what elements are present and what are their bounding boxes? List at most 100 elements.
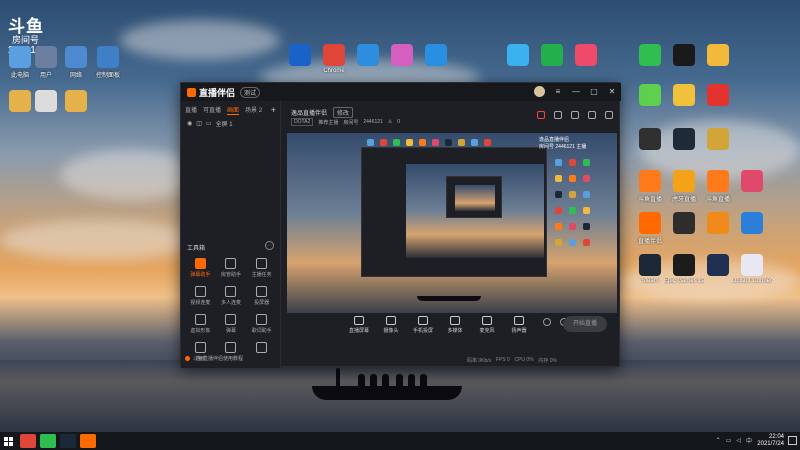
steam-taskbar-icon[interactable] xyxy=(60,434,76,448)
tutorial-hint[interactable]: 斗鱼直播伴侣使用教程 xyxy=(185,355,243,362)
tool-label: 歌词助手 xyxy=(251,328,272,334)
chrome-taskbar-icon[interactable] xyxy=(20,434,36,448)
desktop-shortcut[interactable] xyxy=(416,44,456,66)
barrage-icon xyxy=(194,258,206,269)
maximize-icon[interactable]: ▢ xyxy=(589,87,599,97)
tools-settings-icon[interactable]: … xyxy=(265,241,274,250)
avatar[interactable] xyxy=(534,86,545,97)
clock[interactable]: 22:04 2021/7/24 xyxy=(757,434,784,448)
tool-label: 主播任务 xyxy=(251,272,272,278)
preview-shortcut-icon xyxy=(569,207,576,214)
screenshot-icon[interactable] xyxy=(571,111,579,119)
preview-shortcut-icon xyxy=(583,223,590,230)
desktop-shortcut[interactable]: 控制面板 xyxy=(88,46,128,79)
lock-room-icon[interactable] xyxy=(554,111,562,119)
desktop-shortcut[interactable] xyxy=(698,84,738,106)
source-button[interactable]: 多媒体 xyxy=(441,316,469,334)
memory-status: 内存 0% xyxy=(538,358,557,364)
minimize-icon[interactable]: — xyxy=(571,87,581,97)
stream-companion-taskbar-icon[interactable] xyxy=(80,434,96,448)
notification-icon[interactable] xyxy=(788,436,797,445)
tool-item[interactable]: 歌词助手 xyxy=(246,314,277,334)
close-icon[interactable]: ✕ xyxy=(607,87,617,97)
video-call-icon xyxy=(194,286,206,297)
preview-shortcut-icon xyxy=(555,159,562,166)
rower-silhouette xyxy=(408,374,415,388)
tool-item[interactable]: 弹幕 xyxy=(216,314,247,334)
speaker-icon xyxy=(514,316,524,325)
rower-silhouette xyxy=(336,368,340,388)
tab-scene-2[interactable]: 场景 2 xyxy=(245,105,262,115)
desktop-shortcut[interactable] xyxy=(732,212,772,234)
tool-item[interactable]: 多人连麦 xyxy=(216,286,247,306)
add-scene-icon[interactable]: + xyxy=(271,105,276,115)
tool-item[interactable]: 视频连麦 xyxy=(185,286,216,306)
task-icon xyxy=(256,258,268,269)
green-app-icon xyxy=(639,84,661,106)
document-icon xyxy=(35,90,57,112)
tab-scene[interactable]: 画面 xyxy=(227,105,240,115)
scene-source-item[interactable]: ◉ ◫ ▭ 全屏 1 xyxy=(181,115,280,132)
source-button[interactable]: 扬声器 xyxy=(505,316,533,334)
desktop-shortcut[interactable] xyxy=(698,128,738,150)
menu-icon[interactable]: ≡ xyxy=(553,87,563,97)
preview-shortcut-icon xyxy=(569,159,576,166)
source-button[interactable]: 摄像头 xyxy=(377,316,405,334)
penguin-icon xyxy=(707,44,729,66)
desktop-shortcut[interactable] xyxy=(698,44,738,66)
app-icon xyxy=(707,254,729,276)
preview-shortcut-icon xyxy=(555,239,562,246)
desktop-shortcut[interactable] xyxy=(732,170,772,192)
meta-room-number: 2446121 xyxy=(363,119,383,125)
share-icon[interactable] xyxy=(605,111,613,119)
tool-item[interactable]: 弹幕助手 xyxy=(185,258,216,278)
preview-shortcut-icon xyxy=(583,191,590,198)
tool-item[interactable] xyxy=(246,342,277,362)
media-file-icon xyxy=(450,316,460,325)
tray-chevron-icon[interactable]: ⌃ xyxy=(716,437,721,444)
bell-icon[interactable] xyxy=(588,111,596,119)
version-badge[interactable]: 测试 xyxy=(240,86,261,98)
desktop-shortcut[interactable]: Ubisoft Connect xyxy=(732,254,772,284)
status-bar: 码率 0Kb/s FPS 0 CPU 0% 内存 0% xyxy=(287,357,617,364)
game-icon xyxy=(673,128,695,150)
tray-volume-icon[interactable]: ◁ xyxy=(736,437,741,444)
tab-streamable[interactable]: 可直播 xyxy=(203,105,221,115)
preview-shortcut-icon xyxy=(569,239,576,246)
comment-icon xyxy=(225,314,237,325)
visibility-icon[interactable]: ◉ xyxy=(187,120,192,127)
browser-icon xyxy=(357,44,379,66)
source-button[interactable]: 直播屏幕 xyxy=(345,316,373,334)
tool-item[interactable]: 主播任务 xyxy=(246,258,277,278)
tray-network-icon[interactable]: ▭ xyxy=(726,437,732,444)
desktop-shortcut[interactable] xyxy=(56,90,96,112)
iqiyi-icon xyxy=(541,44,563,66)
record-icon[interactable] xyxy=(537,111,545,119)
cloud xyxy=(60,150,200,200)
douyu-icon xyxy=(639,170,661,192)
viewer-count: 0 xyxy=(397,119,401,125)
preview-nested-window xyxy=(361,147,547,277)
tool-item[interactable]: 虚拟形象 xyxy=(185,314,216,334)
desktop-shortcut[interactable] xyxy=(566,44,606,66)
input-language[interactable]: 中 xyxy=(746,436,752,445)
logo-mark-icon xyxy=(187,87,196,97)
huya-icon xyxy=(673,170,695,192)
source-button-label: 手机投屏 xyxy=(412,328,433,334)
tool-item[interactable]: 投屏器 xyxy=(246,286,277,306)
source-button[interactable]: 麦克风 xyxy=(473,316,501,334)
tool-item[interactable]: 房管助手 xyxy=(216,258,247,278)
tab-live[interactable]: 直播 xyxy=(185,105,197,115)
moderator-icon xyxy=(225,258,237,269)
category-tag[interactable]: DOTA2 xyxy=(291,118,314,126)
start-button[interactable] xyxy=(0,432,16,450)
record-toggle-icon[interactable] xyxy=(543,318,551,326)
taskbar-apps xyxy=(16,434,96,448)
start-live-button[interactable]: 开始直播 xyxy=(563,316,607,332)
source-button-label: 多媒体 xyxy=(447,328,463,334)
wechat-taskbar-icon[interactable] xyxy=(40,434,56,448)
source-button[interactable]: 手机投屏 xyxy=(409,316,437,334)
stream-preview[interactable]: 逸品直播伴侣 房间号 2446121 主播 xyxy=(287,133,617,313)
lock-icon[interactable]: ◫ xyxy=(196,120,202,127)
edit-room-button[interactable]: 修改 xyxy=(333,107,354,118)
